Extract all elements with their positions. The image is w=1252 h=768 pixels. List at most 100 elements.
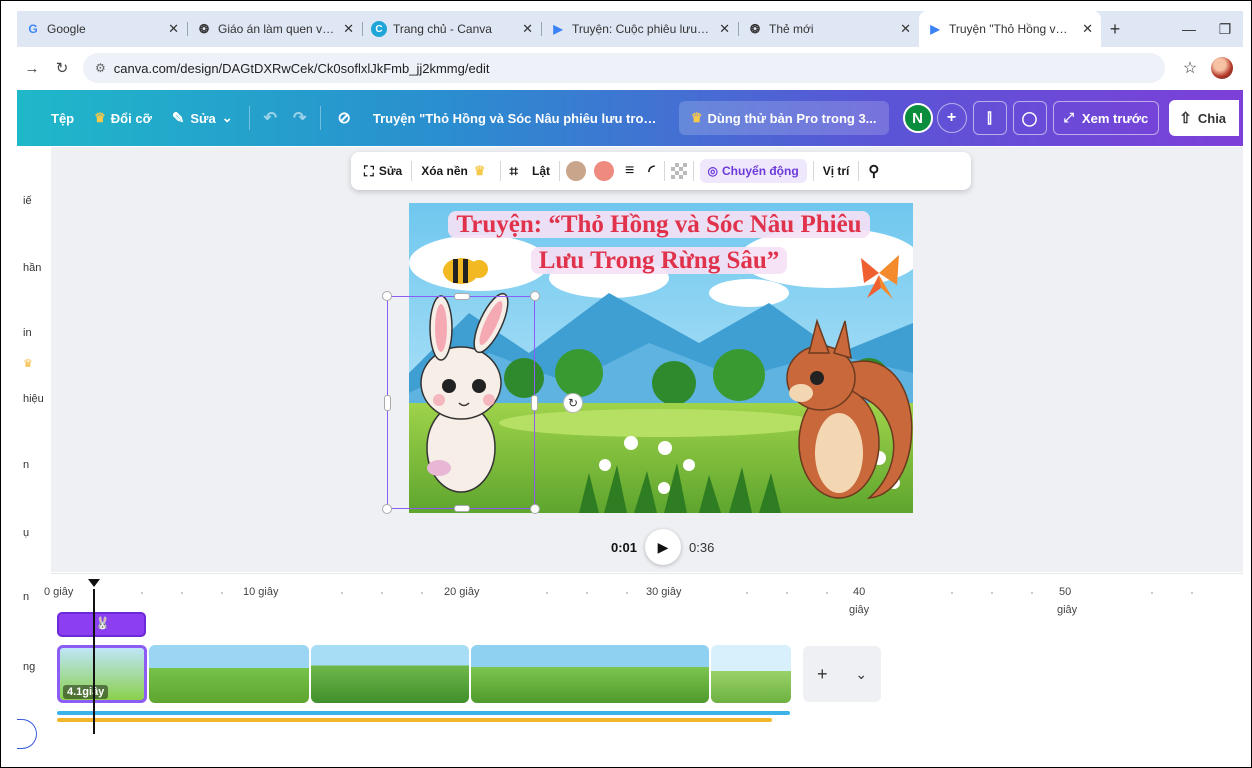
sidebar-item-label[interactable]: in [23,327,32,339]
resize-handle[interactable] [530,291,540,301]
comment-icon[interactable]: ◯ [1012,101,1047,135]
edit-menu[interactable]: ✎ Sửa ⌄ [162,109,243,127]
tab-google[interactable]: G Google ✕ [17,11,187,47]
timeline-clip[interactable] [311,645,469,703]
rotate-icon[interactable]: ↻ [563,393,583,413]
header-divider [320,106,322,130]
color-swatch[interactable] [593,161,614,181]
close-tab-icon[interactable]: ✕ [719,21,730,37]
toolbar-divider [812,161,814,181]
user-avatar[interactable]: N [902,103,933,133]
playhead-marker[interactable] [88,579,100,587]
timeline-clip[interactable] [471,645,709,703]
element-toolbar: ⛶ Sửa Xóa nền ♛ ⌗ Lật ≡ ◜ ◎ Chuyển động … [351,152,971,190]
try-pro-button[interactable]: ♛ Dùng thử bản Pro trong 3... [678,101,889,135]
sidebar-item-label[interactable]: hiệu [23,393,44,405]
tab-new-tab[interactable]: ❂ Thẻ mới ✕ [739,11,919,47]
file-menu[interactable]: Tệp [17,111,84,126]
audio-duration-bar [57,718,772,722]
timeline-tick: 50 [1059,586,1072,598]
sidebar-item-label[interactable]: n [23,591,29,603]
cloud-saved-icon[interactable]: ⊘ [327,108,360,128]
pencil-icon: ✎ [171,110,185,127]
reload-icon[interactable]: ↻ [47,59,77,77]
canva-video-icon: ▶ [930,22,940,36]
sidebar-item-label[interactable]: n [23,459,29,471]
bookmark-star-icon[interactable]: ☆ [1175,58,1205,78]
scene-title[interactable]: Truyện: “Thỏ Hồng và Sóc Nâu Phiêu Lưu T… [439,207,879,279]
resize-handle[interactable] [530,504,540,514]
toolbar-divider [692,161,694,181]
sidebar-item-label[interactable]: ụ [23,527,29,539]
color-swatch[interactable] [565,161,586,181]
restore-icon[interactable]: ❐ [1207,11,1243,47]
tab-current-story[interactable]: ▶ Truyện "Thỏ Hồng và Sóc ✕ [919,11,1101,47]
preview-button[interactable]: ⤢ Xem trước [1052,101,1160,135]
play-button[interactable]: ▶ [645,529,682,565]
timeline-clip[interactable] [711,645,791,703]
invite-plus-button[interactable]: + [936,103,967,133]
add-page-button[interactable]: + [817,664,828,685]
tab-canva-home[interactable]: C Trang chủ - Canva ✕ [363,11,541,47]
tab-story-adventure[interactable]: ▶ Truyện: Cuộc phiêu lưu - V ✕ [542,11,738,47]
resize-handle[interactable] [454,505,470,512]
sidebar-item-label[interactable]: iế [23,195,32,207]
toolbar-divider [858,161,860,181]
url-text: canva.com/design/DAGtDXRwCek/Ck0soflxlJk… [113,60,490,76]
forward-icon[interactable]: → [17,60,47,77]
resize-handle[interactable] [382,291,392,301]
browser-tab-strip: G Google ✕ ❂ Giáo án làm quen văn học ✕ … [17,11,1243,47]
toolbar-divider [411,161,413,181]
position-button[interactable]: Vị trí [816,164,857,178]
insights-icon[interactable]: ⫿ [972,101,1007,135]
toolbar-divider [663,161,665,181]
resize-handle[interactable] [382,504,392,514]
crop-icon[interactable]: ⌗ [503,163,525,180]
close-tab-icon[interactable]: ✕ [522,21,533,37]
animate-button[interactable]: ◎ Chuyển động [699,159,807,183]
crown-icon: ♛ [94,110,106,125]
toolbar-divider [558,161,560,181]
address-bar-row: → ↻ ⚙ canva.com/design/DAGtDXRwCek/Ck0so… [17,47,1243,89]
canva-icon: C [371,21,387,37]
sidebar-item-label[interactable]: ng [23,661,35,673]
site-settings-icon[interactable]: ⚙ [95,61,106,75]
profile-avatar[interactable] [1211,57,1233,79]
toolbar-divider [499,161,501,181]
share-button[interactable]: ⇧ Chia [1169,100,1240,136]
close-tab-icon[interactable]: ✕ [900,21,911,37]
animation-track[interactable]: 🐰 [57,612,146,637]
play-icon: ▶ [657,538,669,555]
expand-timeline-button[interactable]: ⌄ [855,666,867,683]
close-tab-icon[interactable]: ✕ [1082,21,1093,37]
close-tab-icon[interactable]: ✕ [343,21,354,37]
resize-button[interactable]: ♛ Đổi cỡ [84,110,162,126]
undo-icon[interactable]: ↶ [256,108,285,128]
corner-rounding-icon[interactable]: ◜ [641,161,661,181]
resize-handle[interactable] [384,395,391,411]
scene-title-line1: Truyện: “Thỏ Hồng và Sóc Nâu Phiêu [448,211,870,238]
redo-icon[interactable]: ↷ [285,108,314,128]
remove-background-button[interactable]: Xóa nền ♛ [414,163,497,179]
design-title[interactable]: Truyện "Thỏ Hồng và Sóc Nâu phiêu lưu tr… [361,111,671,126]
copy-style-icon[interactable]: ⚲ [861,162,886,180]
flip-button[interactable]: Lật [525,164,557,178]
transparency-icon[interactable] [670,163,687,179]
minimize-icon[interactable]: — [1171,11,1207,47]
canva-header: Tệp ♛ Đổi cỡ ✎ Sửa ⌄ ↶ ↷ ⊘ Truyện "Thỏ H… [17,90,1243,146]
page-duration-bar [57,711,790,715]
url-field[interactable]: ⚙ canva.com/design/DAGtDXRwCek/Ck0soflxl… [83,53,1165,83]
selection-frame[interactable] [382,291,540,514]
tab-giao-an[interactable]: ❂ Giáo án làm quen văn học ✕ [188,11,362,47]
resize-handle[interactable] [454,293,470,300]
new-tab-button[interactable]: + [1101,11,1129,47]
total-time: 0:36 [689,539,715,555]
border-style-icon[interactable]: ≡ [618,162,641,180]
sidebar-item-label[interactable]: hần [23,262,41,274]
playhead[interactable] [93,589,95,734]
close-tab-icon[interactable]: ✕ [168,21,179,37]
resize-handle[interactable] [531,395,538,411]
timeline-clip[interactable] [149,645,309,703]
edit-image-button[interactable]: ⛶ Sửa [357,163,409,180]
upload-icon: ⇧ [1179,110,1192,127]
